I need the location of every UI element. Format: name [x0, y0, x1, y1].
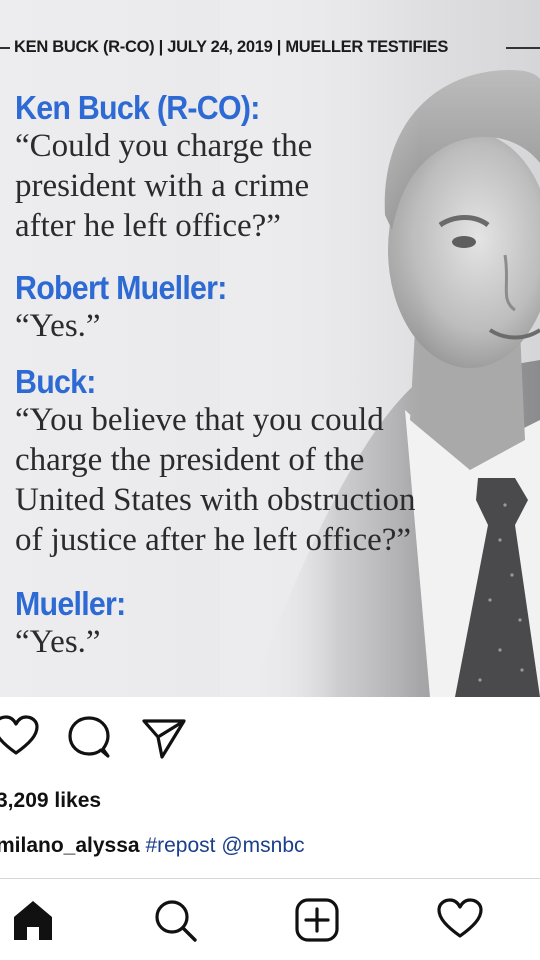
home-icon[interactable] [10, 897, 56, 943]
post-action-bar [0, 715, 540, 763]
quote-line: of justice after he left office?” [15, 522, 412, 558]
post-image[interactable]: KEN BUCK (R-CO) | JULY 24, 2019 | MUELLE… [0, 0, 540, 697]
likes-count[interactable]: 3,209 likes [0, 789, 101, 813]
share-icon[interactable] [140, 715, 188, 766]
speaker-name: Mueller: [15, 585, 126, 622]
activity-heart-icon[interactable] [436, 897, 483, 943]
quote-block-mueller-1: Robert Mueller: “Yes.” [15, 270, 245, 346]
headline-bar: KEN BUCK (R-CO) | JULY 24, 2019 | MUELLE… [0, 36, 540, 58]
speaker-name: Buck: [15, 363, 96, 400]
comment-icon[interactable] [66, 715, 112, 766]
search-icon[interactable] [152, 897, 198, 943]
quote-line: “Yes.” [15, 624, 101, 660]
quote-block-buck-2: Buck: “You believe that you could charge… [15, 364, 416, 560]
new-post-icon[interactable] [294, 897, 340, 943]
quote-block-buck-1: Ken Buck (R-CO): “Could you charge the p… [15, 90, 312, 246]
quote-line: after he left office?” [15, 208, 281, 244]
quote-line: “Could you charge the [15, 128, 313, 164]
caption-username[interactable]: milano_alyssa [0, 834, 140, 857]
quote-line: president with a crime [15, 168, 310, 204]
quote-line: “You believe that you could [15, 402, 384, 438]
bottom-nav [0, 879, 540, 960]
heart-icon[interactable] [0, 715, 40, 764]
speaker-name: Robert Mueller: [15, 269, 227, 306]
caption-hashtag[interactable]: #repost [145, 834, 215, 857]
quote-line: “Yes.” [15, 308, 101, 344]
caption-mention[interactable]: @msnbc [221, 834, 304, 857]
quote-line: United States with obstruction [15, 482, 416, 518]
headline-rule-right [506, 47, 540, 49]
headline-rule-left [0, 47, 10, 49]
speaker-name: Ken Buck (R-CO): [15, 89, 260, 126]
headline-text: KEN BUCK (R-CO) | JULY 24, 2019 | MUELLE… [14, 38, 449, 56]
quote-line: charge the president of the [15, 442, 365, 478]
post-caption: milano_alyssa #repost @msnbc [0, 834, 305, 858]
quote-block-mueller-2: Mueller: “Yes.” [15, 586, 135, 662]
